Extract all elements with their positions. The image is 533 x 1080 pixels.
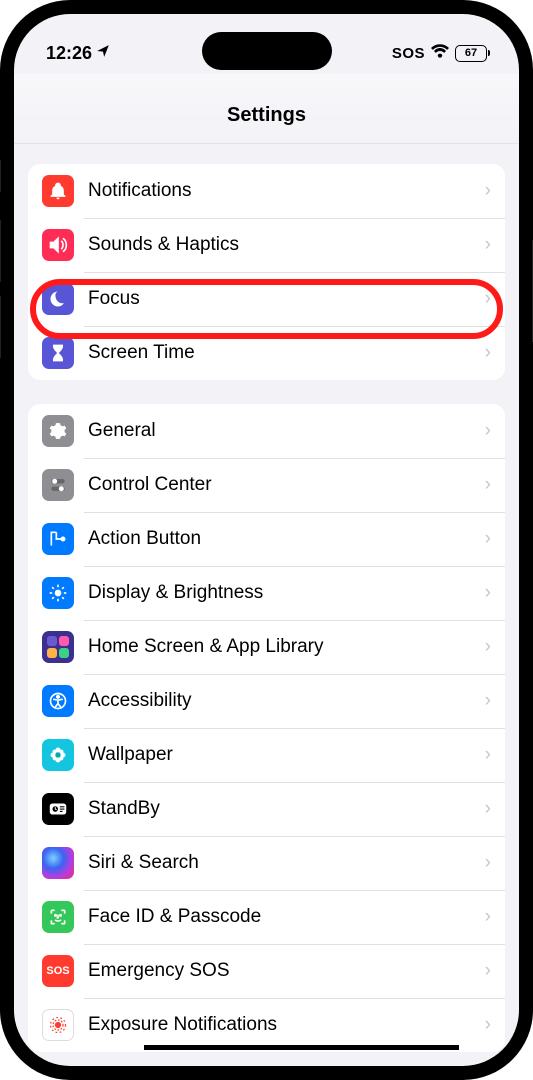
- speaker-icon: [42, 229, 74, 261]
- row-home-screen-app-library[interactable]: Home Screen & App Library ›: [28, 620, 505, 674]
- row-label: Control Center: [88, 474, 485, 496]
- flower-icon: [42, 739, 74, 771]
- chevron-right-icon: ›: [485, 234, 491, 256]
- row-control-center[interactable]: Control Center ›: [28, 458, 505, 512]
- mute-switch: [0, 160, 1, 192]
- person-icon: [42, 685, 74, 717]
- row-action-button[interactable]: Action Button ›: [28, 512, 505, 566]
- volume-down-button: [0, 296, 1, 358]
- chevron-right-icon: ›: [485, 798, 491, 820]
- row-label: Home Screen & App Library: [88, 636, 485, 658]
- sos-icon: SOS: [42, 955, 74, 987]
- sos-indicator: SOS: [392, 45, 425, 62]
- row-wallpaper[interactable]: Wallpaper ›: [28, 728, 505, 782]
- row-label: Emergency SOS: [88, 960, 485, 982]
- chevron-right-icon: ›: [485, 474, 491, 496]
- battery-level: 67: [465, 47, 477, 59]
- grid-icon: [42, 631, 74, 663]
- row-label: StandBy: [88, 798, 485, 820]
- settings-group-1: Notifications › Sounds & Haptics › Focus…: [28, 164, 505, 380]
- row-accessibility[interactable]: Accessibility ›: [28, 674, 505, 728]
- row-label: Siri & Search: [88, 852, 485, 874]
- chevron-right-icon: ›: [485, 636, 491, 658]
- row-label: Face ID & Passcode: [88, 906, 485, 928]
- exposure-icon: [42, 1009, 74, 1041]
- chevron-right-icon: ›: [485, 582, 491, 604]
- row-label: Wallpaper: [88, 744, 485, 766]
- chevron-right-icon: ›: [485, 906, 491, 928]
- chevron-right-icon: ›: [485, 342, 491, 364]
- clock-icon: [42, 793, 74, 825]
- volume-up-button: [0, 220, 1, 282]
- sliders-icon: [42, 469, 74, 501]
- phone-screen: 12:26 SOS 67 Settings Notif: [14, 14, 519, 1066]
- row-standby[interactable]: StandBy ›: [28, 782, 505, 836]
- row-notifications[interactable]: Notifications ›: [28, 164, 505, 218]
- moon-icon: [42, 283, 74, 315]
- row-label: Notifications: [88, 180, 485, 202]
- row-display-brightness[interactable]: Display & Brightness ›: [28, 566, 505, 620]
- status-time: 12:26: [46, 43, 92, 64]
- chevron-right-icon: ›: [485, 744, 491, 766]
- row-label: Exposure Notifications: [88, 1014, 485, 1036]
- annotation-strikethrough: [144, 1045, 459, 1050]
- row-screen-time[interactable]: Screen Time ›: [28, 326, 505, 380]
- dynamic-island: [202, 32, 332, 70]
- row-label: Screen Time: [88, 342, 485, 364]
- action-icon: [42, 523, 74, 555]
- sun-icon: [42, 577, 74, 609]
- gear-icon: [42, 415, 74, 447]
- row-emergency-sos[interactable]: SOS Emergency SOS ›: [28, 944, 505, 998]
- page-title: Settings: [14, 74, 519, 144]
- row-focus[interactable]: Focus ›: [28, 272, 505, 326]
- row-label: Accessibility: [88, 690, 485, 712]
- battery-indicator: 67: [455, 45, 487, 62]
- row-label: General: [88, 420, 485, 442]
- phone-frame: 12:26 SOS 67 Settings Notif: [0, 0, 533, 1080]
- siri-icon: [42, 847, 74, 879]
- chevron-right-icon: ›: [485, 288, 491, 310]
- row-label: Sounds & Haptics: [88, 234, 485, 256]
- row-label: Action Button: [88, 528, 485, 550]
- chevron-right-icon: ›: [485, 960, 491, 982]
- row-label: Focus: [88, 288, 485, 310]
- row-general[interactable]: General ›: [28, 404, 505, 458]
- row-label: Display & Brightness: [88, 582, 485, 604]
- row-sounds-haptics[interactable]: Sounds & Haptics ›: [28, 218, 505, 272]
- chevron-right-icon: ›: [485, 528, 491, 550]
- row-face-id-passcode[interactable]: Face ID & Passcode ›: [28, 890, 505, 944]
- settings-group-2: General › Control Center › Action Button…: [28, 404, 505, 1052]
- row-siri-search[interactable]: Siri & Search ›: [28, 836, 505, 890]
- hourglass-icon: [42, 337, 74, 369]
- face-icon: [42, 901, 74, 933]
- chevron-right-icon: ›: [485, 690, 491, 712]
- wifi-icon: [431, 44, 449, 63]
- chevron-right-icon: ›: [485, 420, 491, 442]
- row-exposure-notifications[interactable]: Exposure Notifications ›: [28, 998, 505, 1052]
- settings-list[interactable]: Notifications › Sounds & Haptics › Focus…: [14, 164, 519, 1052]
- chevron-right-icon: ›: [485, 852, 491, 874]
- chevron-right-icon: ›: [485, 180, 491, 202]
- location-icon: [96, 44, 110, 62]
- bell-icon: [42, 175, 74, 207]
- chevron-right-icon: ›: [485, 1014, 491, 1036]
